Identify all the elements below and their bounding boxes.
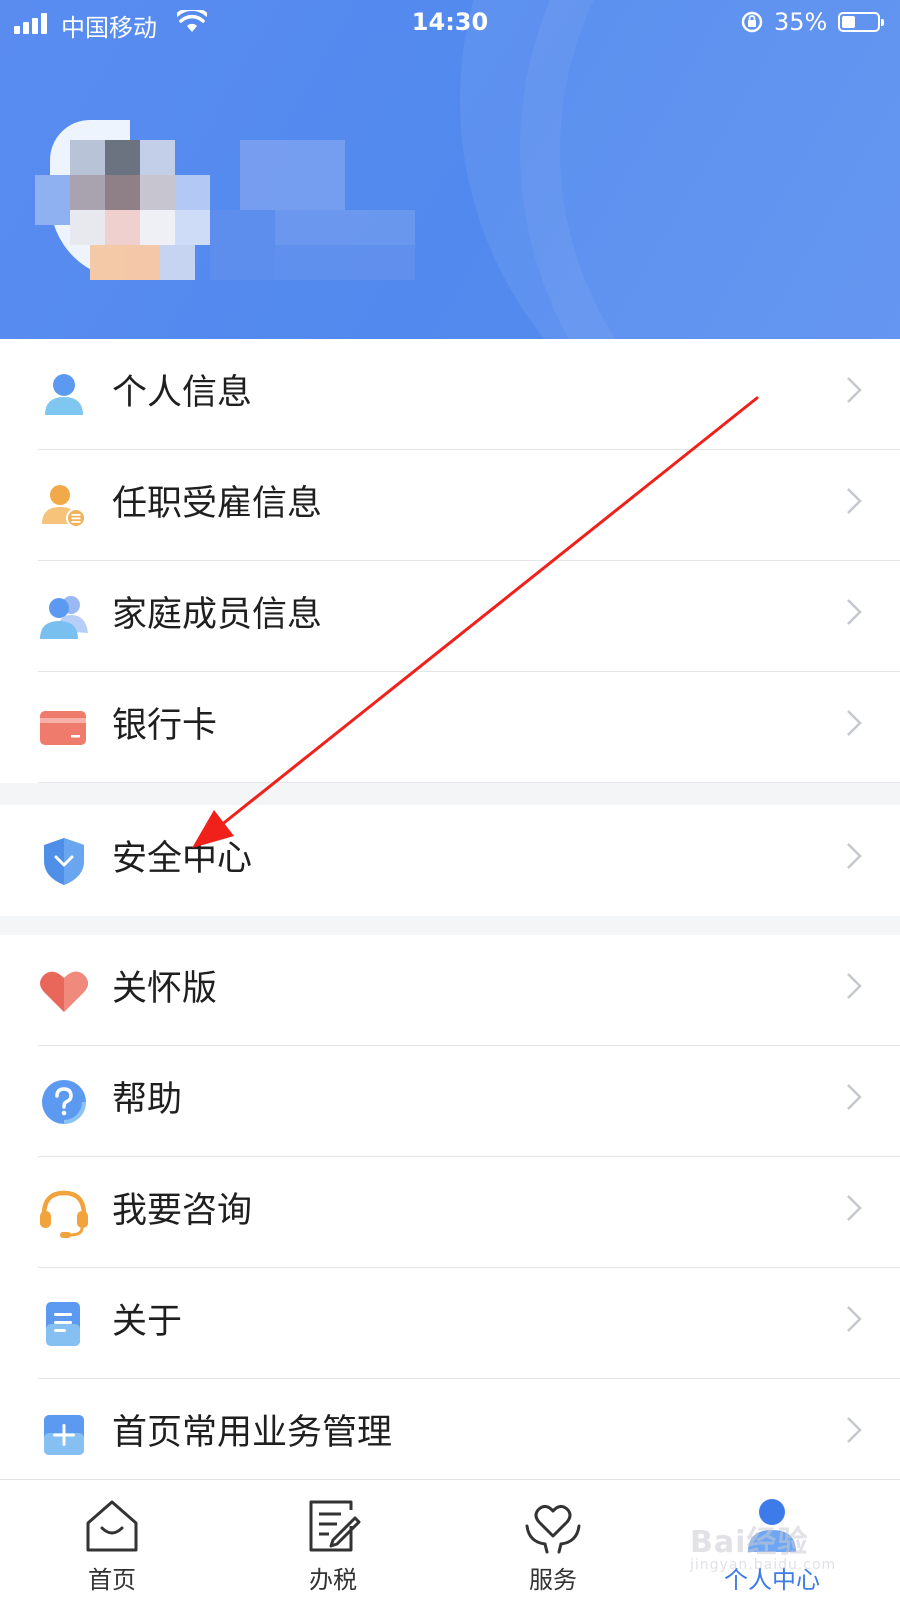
profile-header: 中国移动 14:30 35% (0, 0, 900, 339)
chevron-right-icon (847, 377, 862, 403)
rotation-lock-icon (741, 11, 763, 33)
tab-label: 办税 (309, 1566, 357, 1594)
menu-item-care-edition[interactable]: 关怀版 (0, 935, 900, 1046)
home-icon (86, 1500, 138, 1552)
menu-item-consult[interactable]: 我要咨询 (0, 1157, 900, 1268)
bank-card-icon (40, 711, 86, 745)
menu-item-about[interactable]: 关于 (0, 1268, 900, 1379)
menu-item-help[interactable]: 帮助 (0, 1046, 900, 1157)
tab-label: 首页 (88, 1566, 136, 1594)
employment-icon (42, 485, 86, 528)
tab-home[interactable]: 首页 (42, 1480, 182, 1601)
document-icon (46, 1302, 80, 1346)
family-members-icon (40, 596, 88, 639)
menu-item-label: 安全中心 (112, 839, 253, 879)
tax-form-icon (309, 1500, 361, 1552)
tab-label: 服务 (529, 1566, 577, 1594)
menu-item-label: 个人信息 (112, 373, 253, 413)
clock: 14:30 (411, 8, 489, 36)
battery-icon (838, 12, 884, 32)
person-icon (45, 374, 83, 415)
menu-item-label: 我要咨询 (112, 1191, 253, 1231)
watermark-text: Bai经验 (690, 1525, 809, 1560)
battery-percent: 35% (774, 8, 828, 36)
menu-item-family-info[interactable]: 家庭成员信息 (0, 561, 900, 672)
watermark-url: jingyan.baidu.com (690, 1557, 837, 1573)
header-decoration-ring (520, 0, 900, 339)
headset-icon (40, 1190, 88, 1238)
menu-item-label: 银行卡 (112, 706, 218, 746)
menu-group-security: 安全中心 (0, 805, 900, 916)
chevron-right-icon (847, 973, 862, 999)
menu-item-label: 帮助 (112, 1080, 183, 1120)
menu-item-employment-info[interactable]: 任职受雇信息 (0, 450, 900, 561)
question-icon (42, 1080, 86, 1124)
menu-item-label: 家庭成员信息 (112, 595, 323, 635)
shield-icon (44, 838, 84, 885)
chevron-right-icon (847, 1084, 862, 1110)
menu-item-home-business-management[interactable]: 首页常用业务管理 (0, 1379, 900, 1490)
menu-item-security-center[interactable]: 安全中心 (0, 805, 900, 916)
menu-group-other: 关怀版 帮助 我要咨询 关于 首页常用业务管理 (0, 935, 900, 1490)
tab-tax[interactable]: 办税 (263, 1480, 403, 1601)
heart-icon (40, 971, 88, 1012)
chevron-right-icon (847, 488, 862, 514)
menu-group-personal: 个人信息 任职受雇信息 家庭成员信息 银行卡 (0, 339, 900, 783)
chevron-right-icon (847, 1417, 862, 1443)
menu-item-label: 关于 (112, 1302, 183, 1342)
chevron-right-icon (847, 710, 862, 736)
baidu-jingyan-watermark: Bai经验 jingyan.baidu.com (690, 1517, 836, 1573)
chevron-right-icon (847, 1306, 862, 1332)
status-bar: 中国移动 14:30 35% (0, 0, 900, 46)
menu-item-label: 任职受雇信息 (112, 484, 323, 524)
menu-item-personal-info[interactable]: 个人信息 (0, 339, 900, 450)
menu-item-label: 首页常用业务管理 (112, 1413, 393, 1453)
service-heart-icon (525, 1504, 581, 1554)
divider (38, 782, 900, 783)
chevron-right-icon (847, 1195, 862, 1221)
avatar[interactable] (35, 120, 425, 310)
menu-item-label: 关怀版 (112, 969, 218, 1009)
chevron-right-icon (847, 599, 862, 625)
tab-service[interactable]: 服务 (483, 1480, 623, 1601)
menu-item-bank-card[interactable]: 银行卡 (0, 672, 900, 783)
chevron-right-icon (847, 843, 862, 869)
plus-icon (44, 1415, 84, 1455)
